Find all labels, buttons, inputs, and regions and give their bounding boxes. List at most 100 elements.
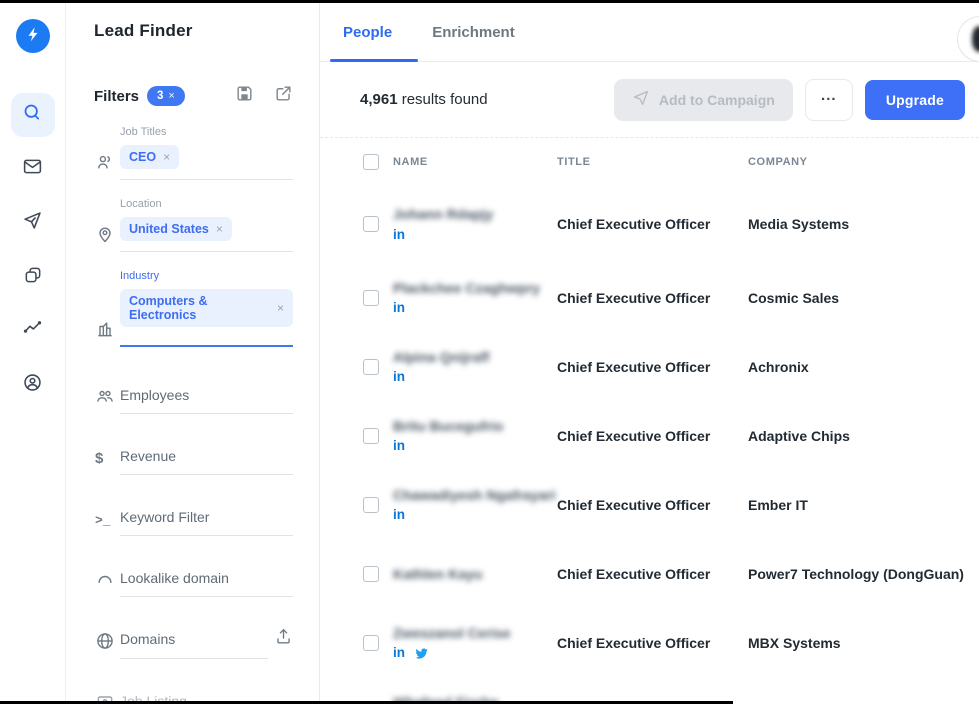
nav-item-mail[interactable] (11, 147, 55, 191)
nav-item-analytics[interactable] (11, 309, 55, 353)
nav-item-campaigns[interactable] (11, 201, 55, 245)
row-checkbox[interactable] (363, 497, 379, 513)
twitter-icon[interactable] (414, 646, 429, 661)
brand-logo[interactable] (16, 19, 50, 53)
social-links: in (393, 508, 557, 523)
chip-label: CEO (129, 150, 156, 164)
remove-chip-icon[interactable]: × (277, 301, 284, 315)
lead-name-blurred: Alpina Qnijraff (393, 349, 557, 365)
field-placeholder: Keyword Filter (120, 505, 293, 525)
results-count-text: 4,961 results found (360, 91, 488, 108)
row-checkbox[interactable] (363, 290, 379, 306)
row-checkbox[interactable] (363, 635, 379, 651)
clear-filters-icon[interactable]: × (168, 90, 174, 102)
results-label: results found (402, 91, 488, 108)
account-icon (22, 372, 43, 398)
lead-title: Chief Executive Officer (557, 635, 748, 651)
ellipsis-icon: ... (821, 87, 837, 104)
upload-domains-button[interactable] (268, 627, 293, 659)
lead-company: Achronix (748, 359, 979, 375)
row-checkbox[interactable] (363, 359, 379, 375)
send-icon (632, 89, 650, 110)
filter-field-location[interactable]: Location United States × (66, 198, 319, 252)
lead-title: Chief Executive Officer (557, 497, 748, 513)
search-icon (22, 102, 43, 128)
dollar-icon: $ (95, 444, 120, 475)
globe-icon (95, 627, 120, 659)
lead-title: Chief Executive Officer (557, 290, 748, 306)
lead-company: Media Systems (748, 216, 979, 232)
field-placeholder: Employees (120, 383, 293, 403)
tab-enrichment[interactable]: Enrichment (426, 24, 521, 61)
mail-icon (22, 156, 43, 182)
field-label: Industry (120, 270, 293, 282)
table-row: Alpina Qnijraff in Chief Executive Offic… (320, 332, 979, 401)
results-count: 4,961 (360, 91, 398, 108)
lead-name-cell: Kathlen Kayu (393, 566, 557, 582)
nav-item-account[interactable] (11, 363, 55, 407)
remove-chip-icon[interactable]: × (216, 222, 223, 236)
filter-field-domains[interactable]: Domains (66, 627, 319, 659)
lead-name-blurred: Plackchee Czaghwpry (393, 280, 557, 296)
filter-sidebar: Lead Finder Filters 3 × (66, 0, 320, 704)
lead-name-cell: Zweszanol Cerise in (393, 625, 557, 661)
external-link-icon (274, 84, 293, 108)
lead-company: Adaptive Chips (748, 428, 979, 444)
social-links: in (393, 646, 557, 661)
terminal-icon: >_ (95, 505, 120, 536)
filter-chip-ceo[interactable]: CEO × (120, 145, 179, 169)
location-pin-icon (95, 198, 120, 252)
linkedin-icon[interactable]: in (393, 370, 405, 384)
filter-field-job-titles[interactable]: Job Titles CEO × (66, 126, 319, 180)
filter-field-keyword[interactable]: >_ Keyword Filter (66, 505, 319, 536)
upgrade-button[interactable]: Upgrade (865, 80, 965, 120)
remove-chip-icon[interactable]: × (163, 150, 170, 164)
select-all-checkbox[interactable] (363, 154, 379, 170)
lead-title: Chief Executive Officer (557, 566, 748, 582)
table-row: Johann Rdapjy in Chief Executive Officer… (320, 185, 979, 263)
people-icon (95, 126, 120, 180)
more-actions-button[interactable]: ... (805, 79, 853, 121)
filter-chip-united-states[interactable]: United States × (120, 217, 232, 241)
filter-field-lookalike-domain[interactable]: Lookalike domain (66, 566, 319, 597)
table-row: Chawadiyesh Ngafrayari in Chief Executiv… (320, 470, 979, 539)
filter-field-revenue[interactable]: $ Revenue (66, 444, 319, 475)
row-checkbox[interactable] (363, 216, 379, 232)
row-checkbox[interactable] (363, 428, 379, 444)
filters-label: Filters (94, 88, 139, 105)
lead-name-cell: Johann Rdapjy in (393, 206, 557, 242)
tab-people[interactable]: People (337, 24, 398, 61)
lead-company: Power7 Technology (DongGuan) (748, 566, 979, 582)
nav-item-templates[interactable] (11, 255, 55, 299)
linkedin-icon[interactable]: in (393, 439, 405, 453)
send-icon (22, 210, 43, 236)
linkedin-icon[interactable]: in (393, 301, 405, 315)
lead-title: Chief Executive Officer (557, 428, 748, 444)
lead-company: Ember IT (748, 497, 979, 513)
screenshot-top-border (0, 0, 979, 3)
linkedin-icon[interactable]: in (393, 646, 405, 660)
filter-field-industry[interactable]: Industry Computers & Electronics × (66, 270, 319, 347)
nav-item-search[interactable] (11, 93, 55, 137)
lead-title: Chief Executive Officer (557, 216, 748, 232)
lead-name-blurred: Britu Bucegufrio (393, 418, 557, 434)
row-checkbox[interactable] (363, 566, 379, 582)
lead-company: Cosmic Sales (748, 290, 979, 306)
filters-count: 3 (157, 90, 163, 102)
page-title: Lead Finder (66, 0, 319, 62)
lightning-bolt-icon (24, 25, 42, 48)
field-placeholder: Lookalike domain (120, 566, 293, 586)
open-saved-searches-button[interactable] (274, 84, 293, 108)
filter-chip-computers-electronics[interactable]: Computers & Electronics × (120, 289, 293, 327)
linkedin-icon[interactable]: in (393, 228, 405, 242)
table-row: Zweszanol Cerise in Chief Executive Offi… (320, 608, 979, 677)
user-avatar[interactable] (957, 16, 979, 62)
linkedin-icon[interactable]: in (393, 508, 405, 522)
save-search-button[interactable] (235, 84, 254, 108)
filter-field-employees[interactable]: Employees (66, 383, 319, 414)
filters-count-badge[interactable]: 3 × (147, 86, 185, 106)
trend-chart-icon (22, 318, 43, 344)
table-row: Whafgad Fiorbe in Chief Executive Office… (320, 677, 979, 704)
field-label: Location (120, 198, 293, 210)
add-to-campaign-button[interactable]: Add to Campaign (614, 79, 793, 121)
